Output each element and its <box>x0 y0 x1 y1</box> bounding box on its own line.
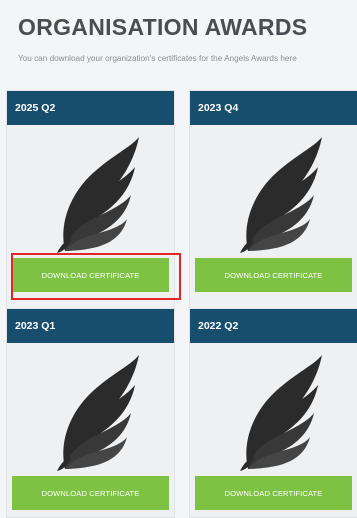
page-subtitle: You can download your organization's cer… <box>18 54 297 63</box>
page-title: ORGANISATION AWARDS <box>18 14 308 40</box>
card-header: 2023 Q4 <box>190 91 357 125</box>
award-card-2023-q1: 2023 Q1 DOWNLOAD CERTIFICATE <box>6 308 175 518</box>
angel-wing-icon <box>239 355 322 471</box>
card-period-label: 2023 Q1 <box>15 320 56 332</box>
angel-wing-icon <box>56 137 139 253</box>
card-header: 2025 Q2 <box>7 91 174 125</box>
card-header: 2022 Q2 <box>190 309 357 343</box>
card-period-label: 2023 Q4 <box>198 102 239 114</box>
award-card-2022-q2: 2022 Q2 DOWNLOAD CERTIFICATE <box>189 308 357 518</box>
card-period-label: 2025 Q2 <box>15 102 56 114</box>
award-card-2025-q2: 2025 Q2 DOWNLOAD CERTIFICATE <box>6 90 175 310</box>
card-header: 2023 Q1 <box>7 309 174 343</box>
download-certificate-button[interactable]: DOWNLOAD CERTIFICATE <box>12 258 169 292</box>
award-card-2023-q4: 2023 Q4 DOWNLOAD CERTIFICATE <box>189 90 357 310</box>
angel-wing-icon <box>56 355 139 471</box>
card-period-label: 2022 Q2 <box>198 320 239 332</box>
angel-wing-icon <box>239 137 322 253</box>
download-certificate-button[interactable]: DOWNLOAD CERTIFICATE <box>195 258 352 292</box>
